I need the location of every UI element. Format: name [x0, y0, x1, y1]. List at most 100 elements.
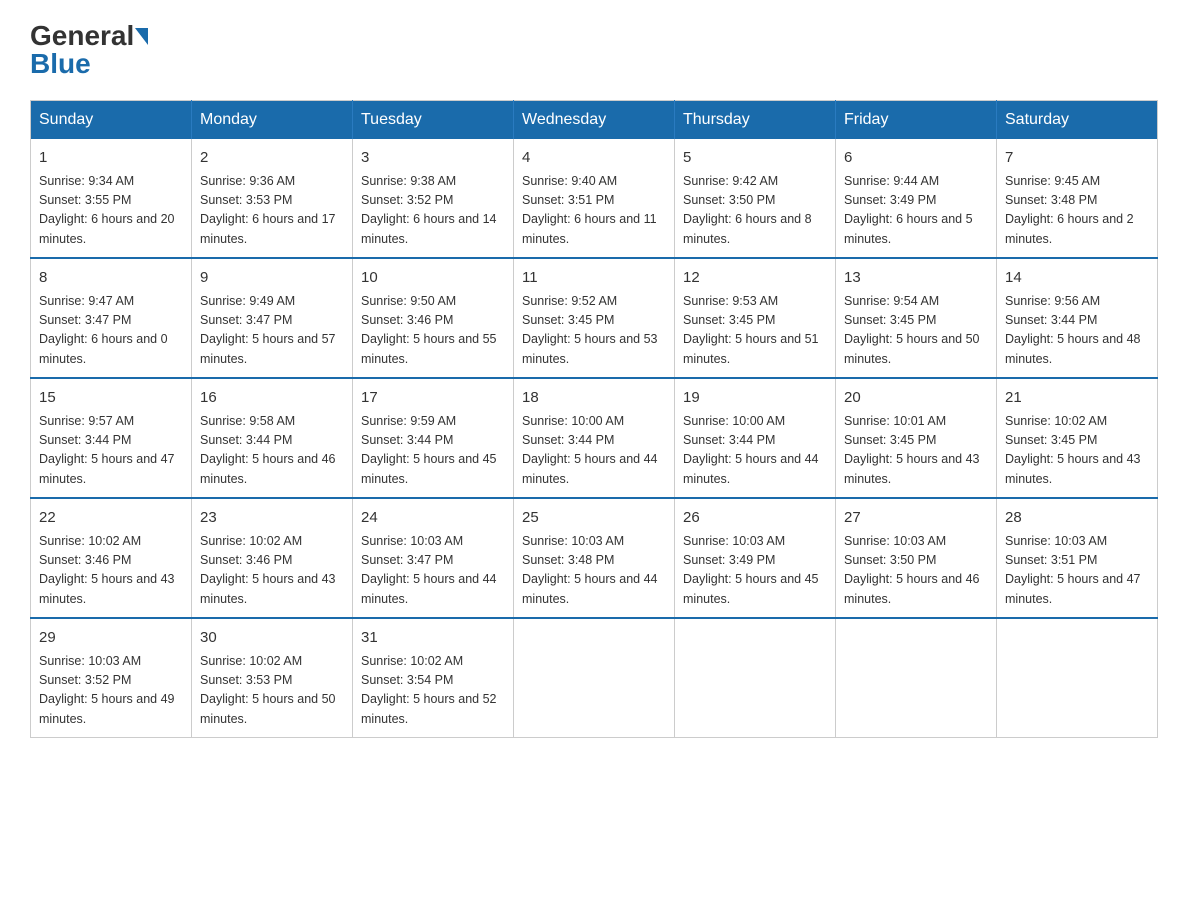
- calendar-day-cell: 19Sunrise: 10:00 AMSunset: 3:44 PMDaylig…: [675, 378, 836, 498]
- calendar-day-cell: 30Sunrise: 10:02 AMSunset: 3:53 PMDaylig…: [192, 618, 353, 738]
- day-number: 14: [1005, 267, 1149, 290]
- day-info: Sunrise: 10:01 AMSunset: 3:45 PMDaylight…: [844, 412, 988, 490]
- day-info: Sunrise: 9:52 AMSunset: 3:45 PMDaylight:…: [522, 292, 666, 370]
- day-info: Sunrise: 9:47 AMSunset: 3:47 PMDaylight:…: [39, 292, 183, 370]
- logo-blue-text: Blue: [30, 48, 91, 80]
- day-number: 6: [844, 147, 988, 170]
- calendar-day-cell: 8Sunrise: 9:47 AMSunset: 3:47 PMDaylight…: [31, 258, 192, 378]
- day-number: 12: [683, 267, 827, 290]
- day-of-week-header: Thursday: [675, 101, 836, 140]
- day-number: 29: [39, 627, 183, 650]
- day-number: 7: [1005, 147, 1149, 170]
- calendar-day-cell: 25Sunrise: 10:03 AMSunset: 3:48 PMDaylig…: [514, 498, 675, 618]
- day-info: Sunrise: 10:03 AMSunset: 3:51 PMDaylight…: [1005, 532, 1149, 610]
- calendar-day-cell: [997, 618, 1158, 738]
- calendar-week-row: 1Sunrise: 9:34 AMSunset: 3:55 PMDaylight…: [31, 139, 1158, 258]
- calendar-day-cell: 16Sunrise: 9:58 AMSunset: 3:44 PMDayligh…: [192, 378, 353, 498]
- calendar-day-cell: 10Sunrise: 9:50 AMSunset: 3:46 PMDayligh…: [353, 258, 514, 378]
- day-info: Sunrise: 10:02 AMSunset: 3:45 PMDaylight…: [1005, 412, 1149, 490]
- logo: General Blue: [30, 20, 149, 80]
- day-number: 2: [200, 147, 344, 170]
- calendar-day-cell: 27Sunrise: 10:03 AMSunset: 3:50 PMDaylig…: [836, 498, 997, 618]
- day-number: 5: [683, 147, 827, 170]
- calendar-day-cell: 26Sunrise: 10:03 AMSunset: 3:49 PMDaylig…: [675, 498, 836, 618]
- day-info: Sunrise: 9:50 AMSunset: 3:46 PMDaylight:…: [361, 292, 505, 370]
- calendar-day-cell: 15Sunrise: 9:57 AMSunset: 3:44 PMDayligh…: [31, 378, 192, 498]
- day-number: 15: [39, 387, 183, 410]
- day-number: 17: [361, 387, 505, 410]
- calendar-day-cell: 3Sunrise: 9:38 AMSunset: 3:52 PMDaylight…: [353, 139, 514, 258]
- day-number: 21: [1005, 387, 1149, 410]
- day-info: Sunrise: 9:34 AMSunset: 3:55 PMDaylight:…: [39, 172, 183, 250]
- calendar-day-cell: 11Sunrise: 9:52 AMSunset: 3:45 PMDayligh…: [514, 258, 675, 378]
- logo-arrow-icon: [135, 28, 148, 45]
- calendar-day-cell: 14Sunrise: 9:56 AMSunset: 3:44 PMDayligh…: [997, 258, 1158, 378]
- day-info: Sunrise: 9:57 AMSunset: 3:44 PMDaylight:…: [39, 412, 183, 490]
- calendar-day-cell: 6Sunrise: 9:44 AMSunset: 3:49 PMDaylight…: [836, 139, 997, 258]
- day-info: Sunrise: 9:45 AMSunset: 3:48 PMDaylight:…: [1005, 172, 1149, 250]
- calendar-day-cell: 24Sunrise: 10:03 AMSunset: 3:47 PMDaylig…: [353, 498, 514, 618]
- day-info: Sunrise: 9:40 AMSunset: 3:51 PMDaylight:…: [522, 172, 666, 250]
- day-number: 3: [361, 147, 505, 170]
- day-info: Sunrise: 9:56 AMSunset: 3:44 PMDaylight:…: [1005, 292, 1149, 370]
- day-of-week-header: Sunday: [31, 101, 192, 140]
- day-info: Sunrise: 9:44 AMSunset: 3:49 PMDaylight:…: [844, 172, 988, 250]
- calendar-day-cell: 22Sunrise: 10:02 AMSunset: 3:46 PMDaylig…: [31, 498, 192, 618]
- calendar-week-row: 29Sunrise: 10:03 AMSunset: 3:52 PMDaylig…: [31, 618, 1158, 738]
- day-number: 27: [844, 507, 988, 530]
- day-info: Sunrise: 10:00 AMSunset: 3:44 PMDaylight…: [683, 412, 827, 490]
- calendar-day-cell: [675, 618, 836, 738]
- calendar-day-cell: [836, 618, 997, 738]
- calendar-week-row: 8Sunrise: 9:47 AMSunset: 3:47 PMDaylight…: [31, 258, 1158, 378]
- day-number: 13: [844, 267, 988, 290]
- calendar-day-cell: 7Sunrise: 9:45 AMSunset: 3:48 PMDaylight…: [997, 139, 1158, 258]
- calendar-day-cell: 1Sunrise: 9:34 AMSunset: 3:55 PMDaylight…: [31, 139, 192, 258]
- day-number: 22: [39, 507, 183, 530]
- day-info: Sunrise: 10:03 AMSunset: 3:49 PMDaylight…: [683, 532, 827, 610]
- calendar-day-cell: 13Sunrise: 9:54 AMSunset: 3:45 PMDayligh…: [836, 258, 997, 378]
- calendar-day-cell: 2Sunrise: 9:36 AMSunset: 3:53 PMDaylight…: [192, 139, 353, 258]
- calendar-week-row: 22 Sunrise: 10:02 AMSunset: 3:46 PMDaylig…: [31, 498, 1158, 618]
- day-of-week-header: Monday: [192, 101, 353, 140]
- calendar-day-cell: 17Sunrise: 9:59 AMSunset: 3:44 PMDayligh…: [353, 378, 514, 498]
- calendar-day-cell: 20Sunrise: 10:01 AMSunset: 3:45 PMDaylig…: [836, 378, 997, 498]
- day-number: 20: [844, 387, 988, 410]
- day-info: Sunrise: 10:02 AMSunset: 3:53 PMDaylight…: [200, 652, 344, 730]
- day-of-week-header: Wednesday: [514, 101, 675, 140]
- calendar-day-cell: 4Sunrise: 9:40 AMSunset: 3:51 PMDaylight…: [514, 139, 675, 258]
- day-info: Sunrise: 9:59 AMSunset: 3:44 PMDaylight:…: [361, 412, 505, 490]
- calendar-day-cell: 31Sunrise: 10:02 AMSunset: 3:54 PMDaylig…: [353, 618, 514, 738]
- calendar-day-cell: 9Sunrise: 9:49 AMSunset: 3:47 PMDaylight…: [192, 258, 353, 378]
- page-header: General Blue: [30, 20, 1158, 80]
- day-number: 4: [522, 147, 666, 170]
- day-info: Sunrise: 9:54 AMSunset: 3:45 PMDaylight:…: [844, 292, 988, 370]
- day-of-week-header: Friday: [836, 101, 997, 140]
- day-info: Sunrise: 9:58 AMSunset: 3:44 PMDaylight:…: [200, 412, 344, 490]
- day-number: 18: [522, 387, 666, 410]
- day-number: 1: [39, 147, 183, 170]
- calendar-day-cell: 21Sunrise: 10:02 AMSunset: 3:45 PMDaylig…: [997, 378, 1158, 498]
- day-info: Sunrise: 9:36 AMSunset: 3:53 PMDaylight:…: [200, 172, 344, 250]
- day-info: Sunrise: 9:42 AMSunset: 3:50 PMDaylight:…: [683, 172, 827, 250]
- day-number: 26: [683, 507, 827, 530]
- day-info: Sunrise: 10:00 AMSunset: 3:44 PMDaylight…: [522, 412, 666, 490]
- day-of-week-header: Tuesday: [353, 101, 514, 140]
- day-info: Sunrise: 10:02 AMSunset: 3:54 PMDaylight…: [361, 652, 505, 730]
- day-info: Sunrise: 10:03 AMSunset: 3:52 PMDaylight…: [39, 652, 183, 730]
- day-info: Sunrise: 10:02 AMSunset: 3:46 PMDaylight…: [200, 532, 344, 610]
- day-info: Sunrise: 10:03 AMSunset: 3:48 PMDaylight…: [522, 532, 666, 610]
- day-info: Sunrise: 9:49 AMSunset: 3:47 PMDaylight:…: [200, 292, 344, 370]
- day-number: 10: [361, 267, 505, 290]
- calendar-table: SundayMondayTuesdayWednesdayThursdayFrid…: [30, 100, 1158, 738]
- calendar-day-cell: 18Sunrise: 10:00 AMSunset: 3:44 PMDaylig…: [514, 378, 675, 498]
- calendar-week-row: 15Sunrise: 9:57 AMSunset: 3:44 PMDayligh…: [31, 378, 1158, 498]
- calendar-day-cell: 28Sunrise: 10:03 AMSunset: 3:51 PMDaylig…: [997, 498, 1158, 618]
- day-number: 23: [200, 507, 344, 530]
- calendar-header-row: SundayMondayTuesdayWednesdayThursdayFrid…: [31, 101, 1158, 140]
- day-number: 28: [1005, 507, 1149, 530]
- day-number: 11: [522, 267, 666, 290]
- day-info: Sunrise: 10:03 AMSunset: 3:50 PMDaylight…: [844, 532, 988, 610]
- calendar-day-cell: [514, 618, 675, 738]
- day-info: Sunrise: 10:03 AMSunset: 3:47 PMDaylight…: [361, 532, 505, 610]
- day-number: 30: [200, 627, 344, 650]
